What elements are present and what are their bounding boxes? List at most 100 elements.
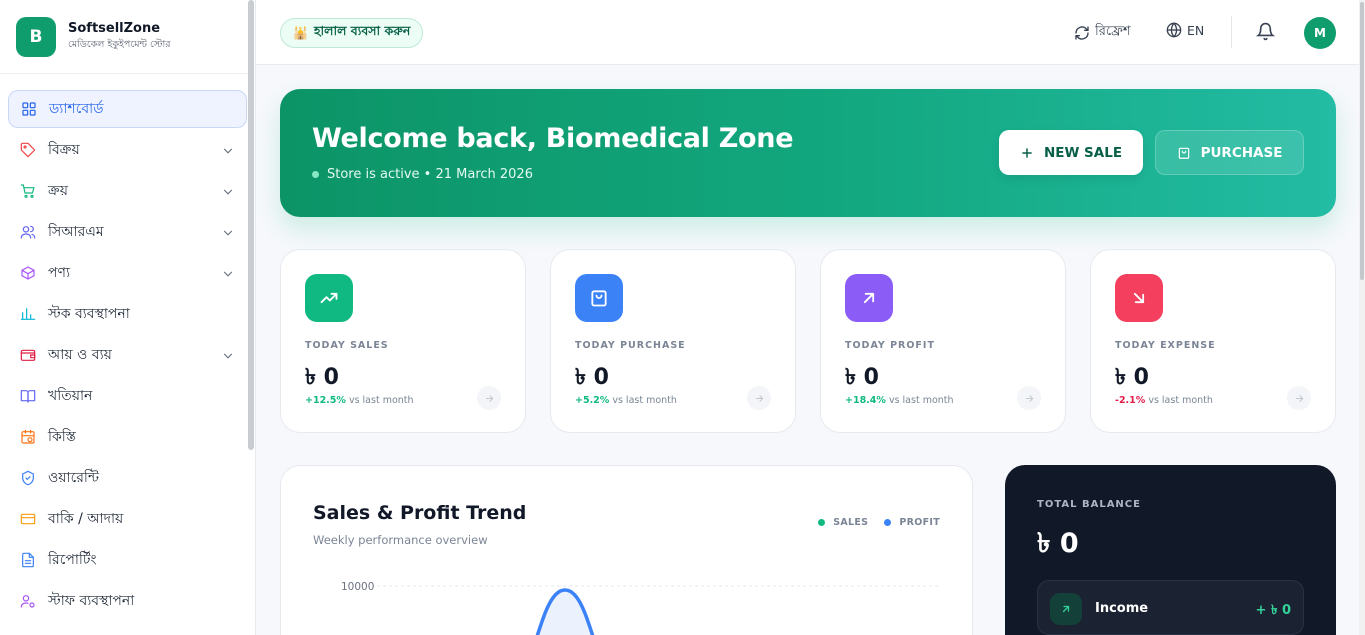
chevron-down-icon[interactable] xyxy=(221,225,235,244)
bell-icon xyxy=(1255,22,1276,41)
income-row[interactable]: Income + ৳ 0 xyxy=(1037,580,1304,635)
mosque-icon: 🕌 xyxy=(293,26,308,40)
language-label: EN xyxy=(1187,22,1205,38)
sidebar-item-12[interactable]: রিপোর্টিং xyxy=(8,541,247,579)
stat-change-suffix: vs last month xyxy=(1145,395,1213,406)
stat-card-today-purchase[interactable]: TODAY PURCHASE ৳ 0 +5.2% vs last month xyxy=(550,249,796,433)
page-scrollbar-thumb[interactable] xyxy=(1360,2,1364,280)
notifications-button[interactable] xyxy=(1255,22,1276,45)
stat-value: ৳ 0 xyxy=(575,365,609,390)
brand-name: SoftsellZone xyxy=(68,20,161,36)
arrow-right-icon[interactable] xyxy=(1287,386,1311,410)
arrow-right-icon[interactable] xyxy=(1017,386,1041,410)
sidebar: B SoftsellZone মেডিকেল ইকুইপমেন্ট স্টোর … xyxy=(0,0,256,635)
grid-icon xyxy=(21,101,37,117)
new-sale-button[interactable]: NEW SALE xyxy=(999,130,1143,175)
sidebar-item-4[interactable]: সিআরএম xyxy=(8,213,247,251)
sidebar-item-10[interactable]: ওয়ারেন্টি xyxy=(8,459,247,497)
chevron-down-icon[interactable] xyxy=(221,143,235,162)
halal-business-pill[interactable]: 🕌 হালাল ব্যবসা করুন xyxy=(280,18,424,48)
arrow-right-icon[interactable] xyxy=(747,386,771,410)
total-balance-card: TOTAL BALANCE ৳ 0 Income + ৳ 0 xyxy=(1005,465,1336,635)
sidebar-scrollbar[interactable] xyxy=(248,0,254,450)
chevron-down-icon[interactable] xyxy=(221,266,235,285)
legend-item-sales[interactable]: SALES xyxy=(818,517,868,528)
new-sale-label: NEW SALE xyxy=(1043,144,1123,161)
sidebar-item-13[interactable]: স্টাফ ব্যবস্থাপনা xyxy=(8,582,247,620)
purchase-label: PURCHASE xyxy=(1200,144,1283,161)
stat-label: TODAY PURCHASE xyxy=(575,340,686,351)
refresh-button[interactable]: রিফ্রেশ xyxy=(1074,22,1131,43)
wallet-icon xyxy=(20,347,36,363)
sidebar-item-label: ওয়ারেন্টি xyxy=(48,470,99,486)
arrow-down-right-icon xyxy=(1115,274,1163,322)
stat-card-today-profit[interactable]: TODAY PROFIT ৳ 0 +18.4% vs last month xyxy=(820,249,1066,433)
stat-value: ৳ 0 xyxy=(1115,365,1149,390)
income-label: Income xyxy=(1095,601,1149,616)
stat-label: TODAY PROFIT xyxy=(845,340,935,351)
language-switcher[interactable]: EN xyxy=(1166,22,1204,38)
stat-change-percent: -2.1% xyxy=(1115,395,1146,406)
status-dot xyxy=(312,171,319,178)
store-status-text: Store is active • 21 March 2026 xyxy=(327,167,533,182)
total-balance-label: TOTAL BALANCE xyxy=(1037,499,1141,510)
brand-logo[interactable]: B xyxy=(16,16,56,57)
legend-label-sales: SALES xyxy=(833,517,869,528)
sidebar-item-7[interactable]: আয় ও ব্যয় xyxy=(8,336,247,374)
stat-change-suffix: vs last month xyxy=(609,395,677,406)
user-avatar[interactable]: M xyxy=(1304,17,1336,49)
sidebar-item-11[interactable]: বাকি / আদায় xyxy=(8,500,247,538)
users-icon xyxy=(20,224,36,240)
stat-change: +18.4% vs last month xyxy=(845,395,954,406)
stat-change: +12.5% vs last month xyxy=(305,395,414,406)
stat-change-percent: +5.2% xyxy=(575,395,610,406)
bar-chart-icon xyxy=(20,306,36,322)
store-status: Store is active • 21 March 2026 xyxy=(312,167,533,182)
stat-card-today-sales[interactable]: TODAY SALES ৳ 0 +12.5% vs last month xyxy=(280,249,526,433)
sidebar-item-9[interactable]: কিস্তি xyxy=(8,418,247,456)
sales-profit-chart: 10000 xyxy=(341,581,941,635)
stat-label: TODAY EXPENSE xyxy=(1115,340,1216,351)
sidebar-item-label: রিপোর্টিং xyxy=(48,552,97,568)
legend-swatch-sales xyxy=(818,519,826,526)
sidebar-item-3[interactable]: ক্রয় xyxy=(8,172,247,210)
calendar-clock-icon xyxy=(20,429,36,445)
sidebar-item-label: আয় ও ব্যয় xyxy=(48,347,112,363)
stat-change-percent: +12.5% xyxy=(305,395,346,406)
cart-icon xyxy=(20,183,36,199)
sidebar-item-5[interactable]: পণ্য xyxy=(8,254,247,292)
sidebar-item-label: স্টাফ ব্যবস্থাপনা xyxy=(48,593,135,609)
globe-icon xyxy=(1166,22,1182,38)
purchase-button[interactable]: PURCHASE xyxy=(1155,130,1304,175)
sidebar-item-2[interactable]: বিক্রয় xyxy=(8,131,247,169)
stat-change-suffix: vs last month xyxy=(345,395,414,406)
stat-card-today-expense[interactable]: TODAY EXPENSE ৳ 0 -2.1% vs last month xyxy=(1090,249,1336,433)
total-balance-value: ৳ 0 xyxy=(1037,528,1079,559)
credit-card-icon xyxy=(20,511,36,527)
sidebar-item-6[interactable]: স্টক ব্যবস্থাপনা xyxy=(8,295,247,333)
topbar: 🕌 হালাল ব্যবসা করুন রিফ্রেশ EN M xyxy=(256,0,1359,65)
arrow-right-icon[interactable] xyxy=(477,386,501,410)
chart-legend: SALES PROFIT xyxy=(802,517,940,528)
sidebar-item-label: ক্রয় xyxy=(48,183,68,199)
sales-profit-chart-card: 10000 Sales & Profit Trend Weekly perfor… xyxy=(280,465,973,635)
stat-change: +5.2% vs last month xyxy=(575,395,677,406)
halal-pill-label: হালাল ব্যবসা করুন xyxy=(313,23,411,38)
chevron-down-icon[interactable] xyxy=(221,348,235,367)
trending-up-icon xyxy=(305,274,353,322)
stat-label: TODAY SALES xyxy=(305,340,389,351)
chevron-down-icon[interactable] xyxy=(221,184,235,203)
legend-swatch-profit xyxy=(884,519,892,526)
stat-change-suffix: vs last month xyxy=(885,395,954,406)
legend-label-profit: PROFIT xyxy=(899,517,940,528)
user-cog-icon xyxy=(20,593,36,609)
sidebar-item-1[interactable]: ড্যাশবোর্ড xyxy=(8,90,247,128)
refresh-icon xyxy=(1075,25,1089,40)
topbar-divider xyxy=(1231,16,1232,48)
sidebar-item-8[interactable]: খতিয়ান xyxy=(8,377,247,415)
sidebar-item-label: ড্যাশবোর্ড xyxy=(49,101,104,117)
sidebar-item-label: সিআরএম xyxy=(48,224,104,240)
welcome-banner: Welcome back, Biomedical Zone Store is a… xyxy=(280,89,1336,217)
shopping-bag-icon xyxy=(1177,146,1191,160)
legend-item-profit[interactable]: PROFIT xyxy=(884,517,940,528)
